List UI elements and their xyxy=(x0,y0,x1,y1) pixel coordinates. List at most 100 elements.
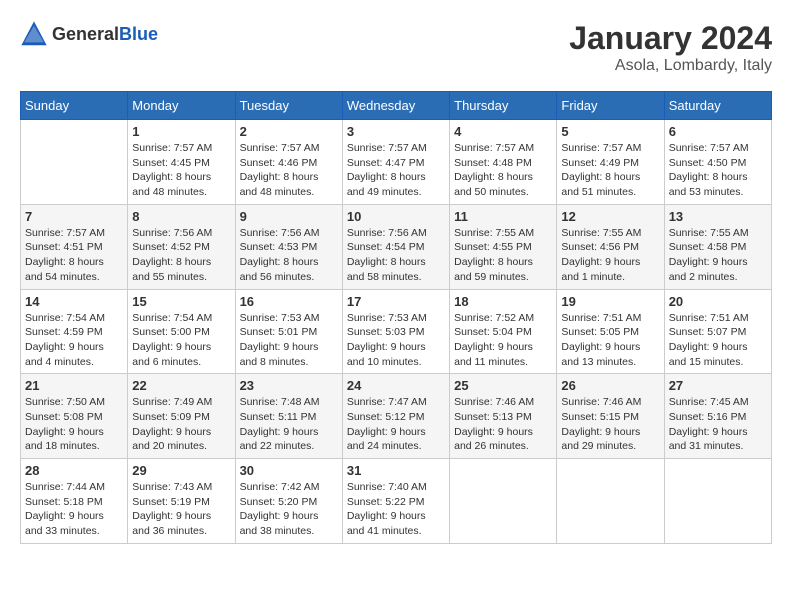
day-number: 26 xyxy=(561,378,659,393)
day-of-week-header: Monday xyxy=(128,92,235,120)
day-number: 4 xyxy=(454,124,552,139)
day-number: 1 xyxy=(132,124,230,139)
day-number: 10 xyxy=(347,209,445,224)
day-info: Sunrise: 7:57 AMSunset: 4:51 PMDaylight:… xyxy=(25,226,123,285)
calendar-cell: 28 Sunrise: 7:44 AMSunset: 5:18 PMDayligh… xyxy=(21,459,128,544)
day-of-week-header: Saturday xyxy=(664,92,771,120)
logo: GeneralBlue xyxy=(20,20,158,48)
day-info: Sunrise: 7:45 AMSunset: 5:16 PMDaylight:… xyxy=(669,395,767,454)
calendar-cell: 13Sunrise: 7:55 AMSunset: 4:58 PMDayligh… xyxy=(664,204,771,289)
day-number: 19 xyxy=(561,294,659,309)
calendar-cell: 16Sunrise: 7:53 AMSunset: 5:01 PMDayligh… xyxy=(235,289,342,374)
day-number: 15 xyxy=(132,294,230,309)
calendar-cell: 17 Sunrise: 7:53 AMSunset: 5:03 PMDayligh… xyxy=(342,289,449,374)
day-info: Sunrise: 7:54 AMSunset: 5:00 PMDaylight:… xyxy=(132,311,230,370)
day-number: 9 xyxy=(240,209,338,224)
calendar-week-row: 1 Sunrise: 7:57 AMSunset: 4:45 PMDaylight… xyxy=(21,120,772,205)
calendar-week-row: 21 Sunrise: 7:50 AMSunset: 5:08 PMDayligh… xyxy=(21,374,772,459)
calendar-cell: 9 Sunrise: 7:56 AMSunset: 4:53 PMDaylight… xyxy=(235,204,342,289)
day-number: 2 xyxy=(240,124,338,139)
day-info: Sunrise: 7:52 AMSunset: 5:04 PMDaylight:… xyxy=(454,311,552,370)
calendar-cell: 18 Sunrise: 7:52 AMSunset: 5:04 PMDayligh… xyxy=(450,289,557,374)
calendar-title: January 2024 xyxy=(569,20,772,57)
calendar-cell: 2 Sunrise: 7:57 AMSunset: 4:46 PMDaylight… xyxy=(235,120,342,205)
day-info: Sunrise: 7:57 AMSunset: 4:49 PMDaylight:… xyxy=(561,141,659,200)
day-number: 20 xyxy=(669,294,767,309)
day-info: Sunrise: 7:55 AMSunset: 4:58 PMDaylight:… xyxy=(669,226,767,285)
calendar-cell: 25Sunrise: 7:46 AMSunset: 5:13 PMDayligh… xyxy=(450,374,557,459)
calendar-cell: 29 Sunrise: 7:43 AMSunset: 5:19 PMDayligh… xyxy=(128,459,235,544)
day-info: Sunrise: 7:56 AMSunset: 4:52 PMDaylight:… xyxy=(132,226,230,285)
day-info: Sunrise: 7:56 AMSunset: 4:54 PMDaylight:… xyxy=(347,226,445,285)
day-of-week-header: Friday xyxy=(557,92,664,120)
day-info: Sunrise: 7:42 AMSunset: 5:20 PMDaylight:… xyxy=(240,480,338,539)
calendar-cell: 27 Sunrise: 7:45 AMSunset: 5:16 PMDayligh… xyxy=(664,374,771,459)
day-number: 17 xyxy=(347,294,445,309)
logo-text-general: General xyxy=(52,24,119,44)
calendar-cell: 14 Sunrise: 7:54 AMSunset: 4:59 PMDayligh… xyxy=(21,289,128,374)
calendar-header-row: SundayMondayTuesdayWednesdayThursdayFrid… xyxy=(21,92,772,120)
calendar-location: Asola, Lombardy, Italy xyxy=(569,57,772,75)
day-of-week-header: Sunday xyxy=(21,92,128,120)
day-of-week-header: Thursday xyxy=(450,92,557,120)
calendar-cell xyxy=(664,459,771,544)
calendar-cell: 15 Sunrise: 7:54 AMSunset: 5:00 PMDayligh… xyxy=(128,289,235,374)
calendar-cell: 20 Sunrise: 7:51 AMSunset: 5:07 PMDayligh… xyxy=(664,289,771,374)
title-block: January 2024 Asola, Lombardy, Italy xyxy=(569,20,772,75)
day-number: 23 xyxy=(240,378,338,393)
day-of-week-header: Tuesday xyxy=(235,92,342,120)
day-number: 30 xyxy=(240,463,338,478)
day-number: 28 xyxy=(25,463,123,478)
day-info: Sunrise: 7:57 AMSunset: 4:46 PMDaylight:… xyxy=(240,141,338,200)
day-number: 8 xyxy=(132,209,230,224)
day-number: 27 xyxy=(669,378,767,393)
day-info: Sunrise: 7:57 AMSunset: 4:45 PMDaylight:… xyxy=(132,141,230,200)
day-info: Sunrise: 7:55 AMSunset: 4:55 PMDaylight:… xyxy=(454,226,552,285)
day-number: 18 xyxy=(454,294,552,309)
day-info: Sunrise: 7:46 AMSunset: 5:13 PMDaylight:… xyxy=(454,395,552,454)
day-info: Sunrise: 7:43 AMSunset: 5:19 PMDaylight:… xyxy=(132,480,230,539)
day-info: Sunrise: 7:57 AMSunset: 4:50 PMDaylight:… xyxy=(669,141,767,200)
calendar-cell: 24Sunrise: 7:47 AMSunset: 5:12 PMDayligh… xyxy=(342,374,449,459)
day-info: Sunrise: 7:56 AMSunset: 4:53 PMDaylight:… xyxy=(240,226,338,285)
calendar-cell: 6 Sunrise: 7:57 AMSunset: 4:50 PMDaylight… xyxy=(664,120,771,205)
calendar-cell: 8 Sunrise: 7:56 AMSunset: 4:52 PMDaylight… xyxy=(128,204,235,289)
calendar-cell: 3Sunrise: 7:57 AMSunset: 4:47 PMDaylight… xyxy=(342,120,449,205)
day-number: 12 xyxy=(561,209,659,224)
calendar-cell: 31 Sunrise: 7:40 AMSunset: 5:22 PMDayligh… xyxy=(342,459,449,544)
calendar-cell: 1 Sunrise: 7:57 AMSunset: 4:45 PMDaylight… xyxy=(128,120,235,205)
day-number: 14 xyxy=(25,294,123,309)
day-info: Sunrise: 7:50 AMSunset: 5:08 PMDaylight:… xyxy=(25,395,123,454)
calendar-cell: 23Sunrise: 7:48 AMSunset: 5:11 PMDayligh… xyxy=(235,374,342,459)
calendar-week-row: 28 Sunrise: 7:44 AMSunset: 5:18 PMDayligh… xyxy=(21,459,772,544)
day-info: Sunrise: 7:40 AMSunset: 5:22 PMDaylight:… xyxy=(347,480,445,539)
calendar-cell: 30 Sunrise: 7:42 AMSunset: 5:20 PMDayligh… xyxy=(235,459,342,544)
calendar-cell: 4Sunrise: 7:57 AMSunset: 4:48 PMDaylight… xyxy=(450,120,557,205)
day-number: 6 xyxy=(669,124,767,139)
day-info: Sunrise: 7:51 AMSunset: 5:07 PMDaylight:… xyxy=(669,311,767,370)
day-info: Sunrise: 7:53 AMSunset: 5:03 PMDaylight:… xyxy=(347,311,445,370)
calendar-cell: 10 Sunrise: 7:56 AMSunset: 4:54 PMDayligh… xyxy=(342,204,449,289)
day-number: 7 xyxy=(25,209,123,224)
calendar-cell: 11 Sunrise: 7:55 AMSunset: 4:55 PMDayligh… xyxy=(450,204,557,289)
calendar-cell: 22Sunrise: 7:49 AMSunset: 5:09 PMDayligh… xyxy=(128,374,235,459)
calendar-cell: 12Sunrise: 7:55 AMSunset: 4:56 PMDayligh… xyxy=(557,204,664,289)
day-info: Sunrise: 7:51 AMSunset: 5:05 PMDaylight:… xyxy=(561,311,659,370)
day-number: 29 xyxy=(132,463,230,478)
day-number: 21 xyxy=(25,378,123,393)
day-number: 31 xyxy=(347,463,445,478)
calendar-week-row: 14 Sunrise: 7:54 AMSunset: 4:59 PMDayligh… xyxy=(21,289,772,374)
calendar-cell: 19 Sunrise: 7:51 AMSunset: 5:05 PMDayligh… xyxy=(557,289,664,374)
day-info: Sunrise: 7:54 AMSunset: 4:59 PMDaylight:… xyxy=(25,311,123,370)
day-info: Sunrise: 7:57 AMSunset: 4:47 PMDaylight:… xyxy=(347,141,445,200)
day-info: Sunrise: 7:47 AMSunset: 5:12 PMDaylight:… xyxy=(347,395,445,454)
day-info: Sunrise: 7:44 AMSunset: 5:18 PMDaylight:… xyxy=(25,480,123,539)
day-info: Sunrise: 7:46 AMSunset: 5:15 PMDaylight:… xyxy=(561,395,659,454)
day-number: 5 xyxy=(561,124,659,139)
page-header: GeneralBlue January 2024 Asola, Lombardy… xyxy=(20,20,772,75)
day-number: 16 xyxy=(240,294,338,309)
day-number: 22 xyxy=(132,378,230,393)
calendar-table: SundayMondayTuesdayWednesdayThursdayFrid… xyxy=(20,91,772,544)
day-of-week-header: Wednesday xyxy=(342,92,449,120)
day-number: 11 xyxy=(454,209,552,224)
